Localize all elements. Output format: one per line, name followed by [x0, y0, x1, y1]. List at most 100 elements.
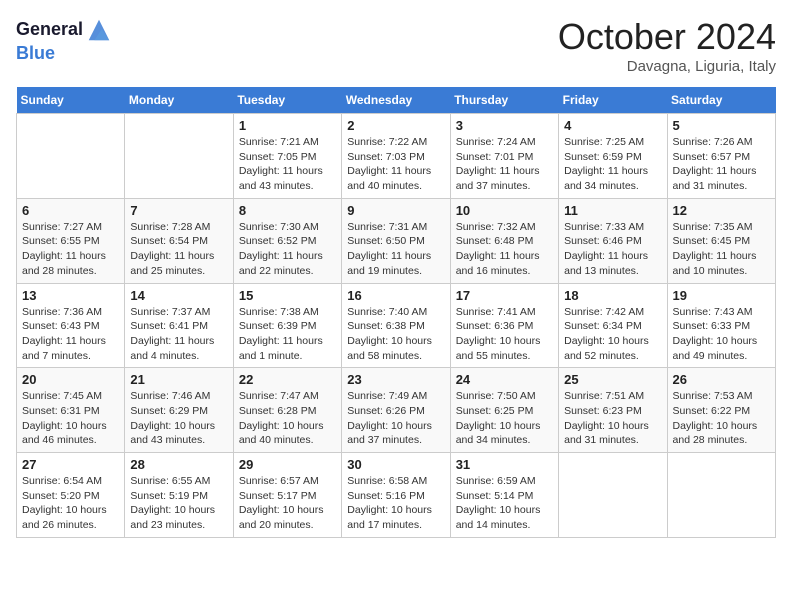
day-info: Sunrise: 7:51 AM Sunset: 6:23 PM Dayligh… — [564, 389, 661, 448]
day-info: Sunrise: 7:50 AM Sunset: 6:25 PM Dayligh… — [456, 389, 553, 448]
weekday-header-thursday: Thursday — [450, 87, 558, 114]
location: Davagna, Liguria, Italy — [558, 58, 776, 75]
day-number: 5 — [673, 118, 770, 133]
day-number: 14 — [130, 288, 227, 303]
day-info: Sunrise: 7:49 AM Sunset: 6:26 PM Dayligh… — [347, 389, 444, 448]
day-info: Sunrise: 7:43 AM Sunset: 6:33 PM Dayligh… — [673, 305, 770, 364]
page-header: General Blue October 2024 Davagna, Ligur… — [16, 16, 776, 75]
weekday-header-sunday: Sunday — [17, 87, 125, 114]
calendar-cell: 1 Sunrise: 7:21 AM Sunset: 7:05 PM Daylig… — [233, 114, 341, 199]
calendar-cell: 18 Sunrise: 7:42 AM Sunset: 6:34 PM Dayli… — [559, 283, 667, 368]
day-number: 12 — [673, 203, 770, 218]
calendar-cell: 21Sunrise: 7:46 AM Sunset: 6:29 PM Dayli… — [125, 368, 233, 453]
calendar-cell: 14Sunrise: 7:37 AM Sunset: 6:41 PM Dayli… — [125, 283, 233, 368]
day-number: 22 — [239, 372, 336, 387]
day-info: Sunrise: 6:59 AM Sunset: 5:14 PM Dayligh… — [456, 474, 553, 533]
day-number: 16 — [347, 288, 444, 303]
day-number: 4 — [564, 118, 661, 133]
logo-blue-text: Blue — [16, 43, 55, 63]
weekday-header-tuesday: Tuesday — [233, 87, 341, 114]
day-number: 20 — [22, 372, 119, 387]
calendar-cell: 6 Sunrise: 7:27 AM Sunset: 6:55 PM Daylig… — [17, 198, 125, 283]
day-info: Sunrise: 6:58 AM Sunset: 5:16 PM Dayligh… — [347, 474, 444, 533]
day-number: 10 — [456, 203, 553, 218]
calendar-cell — [17, 114, 125, 199]
day-number: 9 — [347, 203, 444, 218]
calendar-cell: 12Sunrise: 7:35 AM Sunset: 6:45 PM Dayli… — [667, 198, 775, 283]
day-number: 2 — [347, 118, 444, 133]
calendar-cell: 8Sunrise: 7:30 AM Sunset: 6:52 PM Daylig… — [233, 198, 341, 283]
day-number: 30 — [347, 457, 444, 472]
calendar-cell: 5Sunrise: 7:26 AM Sunset: 6:57 PM Daylig… — [667, 114, 775, 199]
day-number: 1 — [239, 118, 336, 133]
day-info: Sunrise: 7:32 AM Sunset: 6:48 PM Dayligh… — [456, 220, 553, 279]
day-number: 3 — [456, 118, 553, 133]
weekday-header-saturday: Saturday — [667, 87, 775, 114]
day-info: Sunrise: 7:24 AM Sunset: 7:01 PM Dayligh… — [456, 135, 553, 194]
calendar-cell: 4 Sunrise: 7:25 AM Sunset: 6:59 PM Daylig… — [559, 114, 667, 199]
calendar-cell: 20 Sunrise: 7:45 AM Sunset: 6:31 PM Dayli… — [17, 368, 125, 453]
day-info: Sunrise: 7:40 AM Sunset: 6:38 PM Dayligh… — [347, 305, 444, 364]
logo-icon — [85, 16, 113, 44]
day-info: Sunrise: 7:27 AM Sunset: 6:55 PM Dayligh… — [22, 220, 119, 279]
day-number: 15 — [239, 288, 336, 303]
day-number: 21 — [130, 372, 227, 387]
calendar-cell: 28Sunrise: 6:55 AM Sunset: 5:19 PM Dayli… — [125, 453, 233, 538]
day-info: Sunrise: 7:47 AM Sunset: 6:28 PM Dayligh… — [239, 389, 336, 448]
day-info: Sunrise: 7:41 AM Sunset: 6:36 PM Dayligh… — [456, 305, 553, 364]
calendar-week-row: 13 Sunrise: 7:36 AM Sunset: 6:43 PM Dayli… — [17, 283, 776, 368]
calendar-header-row: SundayMondayTuesdayWednesdayThursdayFrid… — [17, 87, 776, 114]
day-info: Sunrise: 6:55 AM Sunset: 5:19 PM Dayligh… — [130, 474, 227, 533]
title-block: October 2024 Davagna, Liguria, Italy — [558, 16, 776, 75]
day-info: Sunrise: 7:30 AM Sunset: 6:52 PM Dayligh… — [239, 220, 336, 279]
day-info: Sunrise: 7:33 AM Sunset: 6:46 PM Dayligh… — [564, 220, 661, 279]
day-number: 23 — [347, 372, 444, 387]
calendar-cell: 9 Sunrise: 7:31 AM Sunset: 6:50 PM Daylig… — [342, 198, 450, 283]
day-info: Sunrise: 6:57 AM Sunset: 5:17 PM Dayligh… — [239, 474, 336, 533]
calendar-cell: 3 Sunrise: 7:24 AM Sunset: 7:01 PM Daylig… — [450, 114, 558, 199]
weekday-header-friday: Friday — [559, 87, 667, 114]
day-info: Sunrise: 6:54 AM Sunset: 5:20 PM Dayligh… — [22, 474, 119, 533]
calendar-week-row: 6 Sunrise: 7:27 AM Sunset: 6:55 PM Daylig… — [17, 198, 776, 283]
day-info: Sunrise: 7:31 AM Sunset: 6:50 PM Dayligh… — [347, 220, 444, 279]
calendar-cell: 11 Sunrise: 7:33 AM Sunset: 6:46 PM Dayli… — [559, 198, 667, 283]
day-number: 18 — [564, 288, 661, 303]
day-info: Sunrise: 7:21 AM Sunset: 7:05 PM Dayligh… — [239, 135, 336, 194]
logo-text: General — [16, 20, 83, 40]
day-info: Sunrise: 7:53 AM Sunset: 6:22 PM Dayligh… — [673, 389, 770, 448]
day-number: 29 — [239, 457, 336, 472]
calendar-cell: 17 Sunrise: 7:41 AM Sunset: 6:36 PM Dayli… — [450, 283, 558, 368]
calendar-week-row: 20 Sunrise: 7:45 AM Sunset: 6:31 PM Dayli… — [17, 368, 776, 453]
day-number: 27 — [22, 457, 119, 472]
calendar-cell: 26 Sunrise: 7:53 AM Sunset: 6:22 PM Dayli… — [667, 368, 775, 453]
calendar-cell — [125, 114, 233, 199]
day-number: 26 — [673, 372, 770, 387]
day-number: 11 — [564, 203, 661, 218]
day-number: 17 — [456, 288, 553, 303]
day-number: 13 — [22, 288, 119, 303]
calendar-week-row: 27 Sunrise: 6:54 AM Sunset: 5:20 PM Dayli… — [17, 453, 776, 538]
calendar-cell: 10 Sunrise: 7:32 AM Sunset: 6:48 PM Dayli… — [450, 198, 558, 283]
calendar-body: 1 Sunrise: 7:21 AM Sunset: 7:05 PM Daylig… — [17, 114, 776, 538]
day-number: 7 — [130, 203, 227, 218]
calendar-cell: 16 Sunrise: 7:40 AM Sunset: 6:38 PM Dayli… — [342, 283, 450, 368]
day-info: Sunrise: 7:42 AM Sunset: 6:34 PM Dayligh… — [564, 305, 661, 364]
calendar-cell — [559, 453, 667, 538]
day-number: 19 — [673, 288, 770, 303]
calendar-cell: 24Sunrise: 7:50 AM Sunset: 6:25 PM Dayli… — [450, 368, 558, 453]
day-info: Sunrise: 7:25 AM Sunset: 6:59 PM Dayligh… — [564, 135, 661, 194]
calendar-cell: 19 Sunrise: 7:43 AM Sunset: 6:33 PM Dayli… — [667, 283, 775, 368]
calendar-cell: 23 Sunrise: 7:49 AM Sunset: 6:26 PM Dayli… — [342, 368, 450, 453]
day-info: Sunrise: 7:36 AM Sunset: 6:43 PM Dayligh… — [22, 305, 119, 364]
day-number: 25 — [564, 372, 661, 387]
month-title: October 2024 — [558, 16, 776, 58]
day-number: 6 — [22, 203, 119, 218]
day-info: Sunrise: 7:45 AM Sunset: 6:31 PM Dayligh… — [22, 389, 119, 448]
day-number: 31 — [456, 457, 553, 472]
calendar-table: SundayMondayTuesdayWednesdayThursdayFrid… — [16, 87, 776, 538]
calendar-cell: 31 Sunrise: 6:59 AM Sunset: 5:14 PM Dayli… — [450, 453, 558, 538]
day-info: Sunrise: 7:28 AM Sunset: 6:54 PM Dayligh… — [130, 220, 227, 279]
calendar-cell: 25 Sunrise: 7:51 AM Sunset: 6:23 PM Dayli… — [559, 368, 667, 453]
calendar-cell: 22 Sunrise: 7:47 AM Sunset: 6:28 PM Dayli… — [233, 368, 341, 453]
calendar-cell: 29 Sunrise: 6:57 AM Sunset: 5:17 PM Dayli… — [233, 453, 341, 538]
